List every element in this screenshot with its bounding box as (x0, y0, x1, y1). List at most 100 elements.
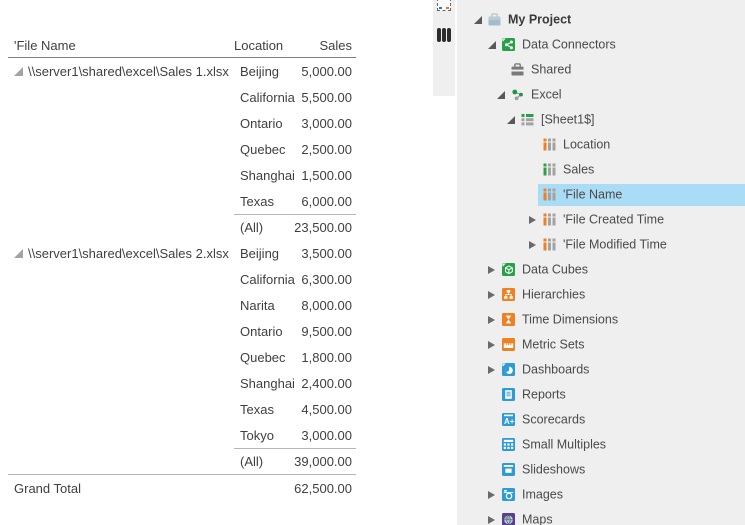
tree-item-label: Dashboards (522, 362, 589, 376)
tree-item-content: 'File Created Time (543, 209, 745, 231)
location-cell: Ontario (234, 110, 294, 136)
svg-text:A+: A+ (504, 417, 515, 426)
tree-item-sales[interactable]: Sales (457, 157, 745, 182)
tree-item-my-project[interactable]: My Project (457, 7, 745, 32)
tree-item-label: My Project (508, 12, 571, 26)
column-header-file-name[interactable]: 'File Name (8, 34, 234, 57)
cylinder-icon (437, 28, 451, 42)
expand-arrow-icon[interactable] (488, 366, 495, 374)
tree-item-label: Hierarchies (522, 287, 585, 301)
table-body: \\server1\shared\excel\Sales 1.xlsxBeiji… (8, 58, 356, 501)
tree-item-reports[interactable]: Reports (457, 382, 745, 407)
column-orange-icon (543, 213, 556, 226)
table-row: Quebec1,800.00 (8, 344, 356, 370)
expander-slot (474, 16, 488, 24)
tree-item-images[interactable]: Images (457, 482, 745, 507)
tree-item-content: Shared (511, 59, 745, 81)
tree-item-dashboards[interactable]: Dashboards (457, 357, 745, 382)
collapse-arrow-icon[interactable] (474, 16, 482, 24)
tree-item-content: Data Connectors (502, 34, 745, 56)
expand-arrow-icon[interactable] (529, 241, 536, 249)
sales-cell: 3,000.00 (294, 110, 356, 136)
report-doc-icon (502, 388, 515, 401)
tree-item-content: 'File Name (538, 184, 745, 206)
file-name-cell (8, 266, 234, 292)
scorecard-icon: A+ (502, 413, 515, 426)
expand-arrow-icon[interactable] (488, 516, 495, 524)
tree-item-data-connectors[interactable]: Data Connectors (457, 32, 745, 57)
tree-item-label: Data Connectors (522, 37, 616, 51)
collapse-arrow-icon[interactable] (507, 116, 515, 124)
expander-slot (507, 116, 521, 124)
camera-icon (502, 488, 515, 501)
tree-item-label: Scorecards (522, 412, 585, 426)
sales-cell: 62,500.00 (294, 475, 356, 501)
column-orange-icon (543, 188, 556, 201)
sales-cell: 5,500.00 (294, 84, 356, 110)
file-name-cell (8, 422, 234, 448)
tree-item-shared[interactable]: Shared (457, 57, 745, 82)
table-row: California5,500.00 (8, 84, 356, 110)
sales-cell: 2,500.00 (294, 136, 356, 162)
tree-item-scorecards[interactable]: A+ Scorecards (457, 407, 745, 432)
tree-item-file-modified-time[interactable]: 'File Modified Time (457, 232, 745, 257)
expand-arrow-icon[interactable] (488, 341, 495, 349)
expander-slot (488, 516, 502, 524)
column-header-location[interactable]: Location (234, 34, 294, 57)
tree-item-content: Metric Sets (502, 334, 745, 356)
table-row: Ontario9,500.00 (8, 318, 356, 344)
collapse-arrow-icon[interactable] (497, 91, 505, 99)
dock-tab-data[interactable] (433, 11, 455, 42)
tree-item-excel[interactable]: Excel (457, 82, 745, 107)
expander-slot (488, 366, 502, 374)
collapse-arrow-icon[interactable] (488, 41, 496, 49)
expand-arrow-icon[interactable] (488, 291, 495, 299)
column-green-icon (543, 163, 556, 176)
tree-item-slideshows[interactable]: Slideshows (457, 457, 745, 482)
expand-arrow-icon[interactable] (488, 316, 495, 324)
tree-item-content: Time Dimensions (502, 309, 745, 331)
file-name-cell (8, 448, 234, 474)
table-row: (All)39,000.00 (8, 448, 356, 474)
expand-arrow-icon[interactable] (488, 491, 495, 499)
tree-item-metric-sets[interactable]: Metric Sets (457, 332, 745, 357)
expander-slot (488, 266, 502, 274)
tree-item-label: Sales (563, 162, 594, 176)
group-expander-icon[interactable] (14, 67, 23, 76)
location-cell: California (234, 84, 294, 110)
tree-item-sheet1[interactable]: [Sheet1$] (457, 107, 745, 132)
location-cell (234, 475, 294, 501)
group-expander-icon[interactable] (14, 249, 23, 258)
tree-item-file-name[interactable]: 'File Name (457, 182, 745, 207)
location-cell: Shanghai (234, 370, 294, 396)
data-connector-icon (502, 38, 515, 51)
tree-item-maps[interactable]: Maps (457, 507, 745, 525)
tree-item-file-created-time[interactable]: 'File Created Time (457, 207, 745, 232)
tree-item-location[interactable]: Location (457, 132, 745, 157)
file-name-cell (8, 318, 234, 344)
briefcase-gray-icon (511, 63, 524, 76)
tree-item-time-dimensions[interactable]: Time Dimensions (457, 307, 745, 332)
tree-item-data-cubes[interactable]: Data Cubes (457, 257, 745, 282)
sales-cell: 2,400.00 (294, 370, 356, 396)
project-explorer-panel: My Project Data Connectors Shared Excel … (457, 0, 745, 525)
expander-slot (488, 41, 502, 49)
file-name-cell (8, 136, 234, 162)
expander-slot (488, 341, 502, 349)
expand-arrow-icon[interactable] (488, 266, 495, 274)
dock-tab-top[interactable] (433, 0, 455, 11)
file-name-cell (8, 84, 234, 110)
tree-item-label: Data Cubes (522, 262, 588, 276)
tree-item-small-multiples[interactable]: Small Multiples (457, 432, 745, 457)
expander-slot (488, 291, 502, 299)
tree-item-hierarchies[interactable]: Hierarchies (457, 282, 745, 307)
file-name-cell (8, 162, 234, 188)
column-header-sales[interactable]: Sales (294, 34, 356, 57)
tree-item-content: 'File Modified Time (543, 234, 745, 256)
file-name-cell (8, 214, 234, 240)
tree-item-label: Images (522, 487, 563, 501)
file-name-cell (8, 370, 234, 396)
tree-item-content: Small Multiples (502, 434, 745, 456)
tree-item-content: Reports (502, 384, 745, 406)
expand-arrow-icon[interactable] (529, 216, 536, 224)
